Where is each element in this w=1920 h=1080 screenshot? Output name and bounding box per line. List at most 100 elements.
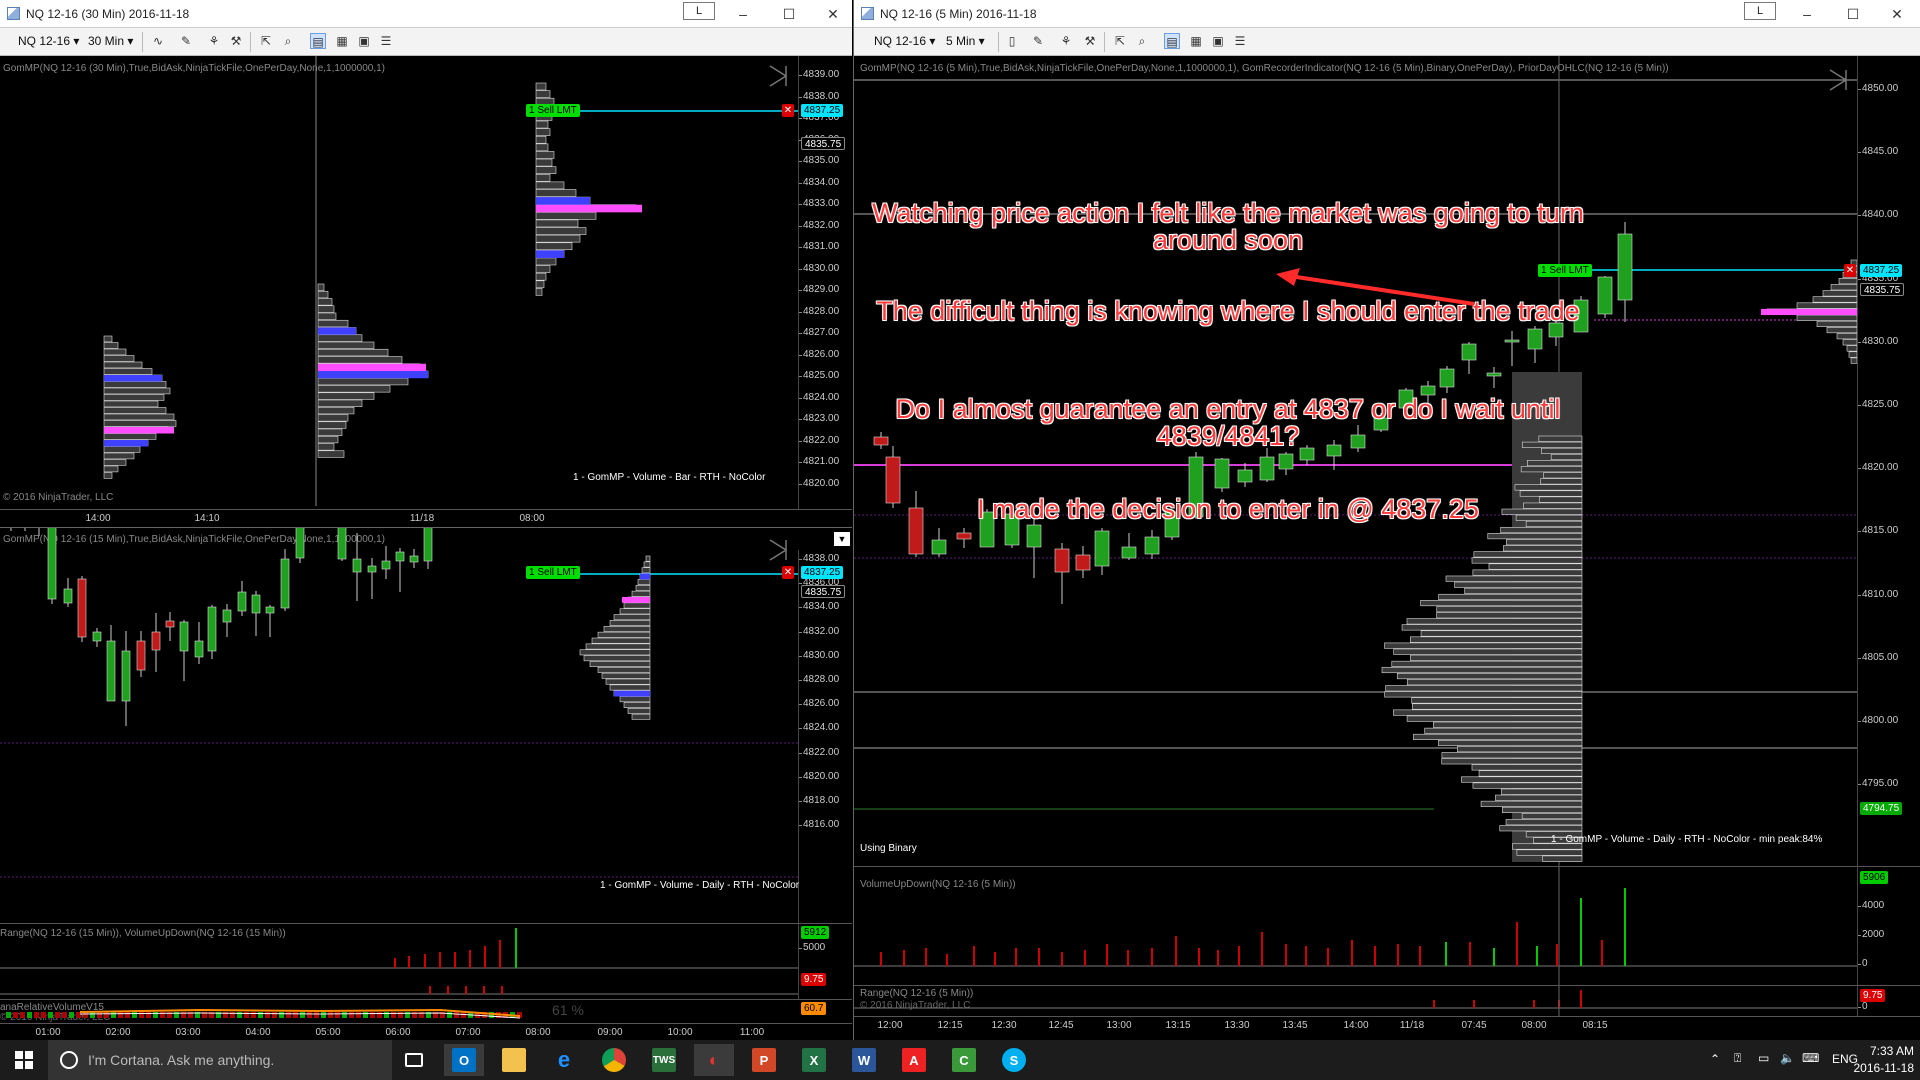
- minimize-icon[interactable]: –: [1784, 0, 1830, 28]
- snapshot-icon[interactable]: ▣: [1210, 33, 1226, 49]
- volume-profile-bar: [1420, 630, 1583, 637]
- clock-time[interactable]: 7:33 AM: [1862, 1044, 1914, 1058]
- candlestick-icon[interactable]: ▯: [1004, 33, 1020, 49]
- value-area-bar: [536, 197, 590, 205]
- price-panel-5min[interactable]: [854, 56, 1857, 866]
- zoom-icon[interactable]: ⌕: [1134, 33, 1150, 49]
- candle-body: [1026, 524, 1042, 548]
- close-icon[interactable]: ✕: [810, 0, 852, 28]
- volume-panel-5min[interactable]: [854, 867, 1857, 985]
- taskbar-edge[interactable]: e: [544, 1044, 584, 1076]
- range-value-flag: 9.75: [801, 973, 827, 986]
- start-button[interactable]: [4, 1044, 44, 1076]
- snapshot-icon[interactable]: ▣: [356, 33, 372, 49]
- chart-trader-icon[interactable]: ▤: [1164, 33, 1180, 49]
- titlebar-30min[interactable]: NQ 12-16 (30 Min) 2016-11-18 L – ☐ ✕: [0, 0, 852, 28]
- drawing-tool-icon[interactable]: ✎: [178, 33, 194, 49]
- volume-profile-bar: [317, 377, 409, 386]
- volume-profile-bar: [1478, 770, 1583, 777]
- taskbar-camtasia[interactable]: C: [944, 1044, 984, 1076]
- price-tick: 4833.00: [798, 198, 840, 209]
- zoom-icon[interactable]: ⌕: [280, 33, 296, 49]
- volume-profile-bar: [103, 420, 177, 427]
- cursor-icon[interactable]: ⇱: [1112, 33, 1128, 49]
- order-price-flag: 4837.25: [801, 566, 844, 579]
- taskbar-chrome[interactable]: [594, 1044, 634, 1076]
- time-axis-5min[interactable]: 12:00 12:15 12:30 12:45 13:00 13:15 13:30 13:45…: [854, 1016, 1920, 1040]
- relative-volume-panel[interactable]: [0, 1000, 798, 1022]
- volume-axis-15min[interactable]: 5912 5000 9.75: [798, 924, 850, 999]
- interval-selector[interactable]: 30 Min ▾: [88, 34, 133, 48]
- data-box-icon[interactable]: ▦: [1188, 33, 1204, 49]
- minimize-icon[interactable]: –: [720, 0, 766, 28]
- time-axis-30min[interactable]: 14:00 14:10 11/18 08:00: [0, 509, 852, 527]
- network-icon[interactable]: ▭: [1758, 1051, 1769, 1065]
- price-tick: 4821.00: [798, 456, 840, 467]
- panel-collapse-icon[interactable]: ▼: [834, 532, 850, 546]
- maximize-icon[interactable]: ☐: [766, 0, 812, 28]
- volume-icon[interactable]: 🔈: [1780, 1051, 1795, 1065]
- cancel-order-icon[interactable]: ✕: [782, 566, 794, 579]
- chart-style-icon[interactable]: ∿: [150, 33, 166, 49]
- volume-axis-5min[interactable]: 5906 4000 2000 0: [1857, 867, 1909, 985]
- drawing-tool-icon[interactable]: ✎: [1030, 33, 1046, 49]
- sell-limit-order-flag[interactable]: 1 Sell LMT: [526, 104, 580, 117]
- taskbar-powerpoint[interactable]: P: [744, 1044, 784, 1076]
- volume-profile-bar: [643, 561, 651, 568]
- close-icon[interactable]: ✕: [1874, 0, 1920, 28]
- candle-body: [352, 558, 362, 573]
- volume-profile-bar: [1842, 339, 1857, 346]
- cancel-order-icon[interactable]: ✕: [1844, 264, 1856, 277]
- order-price-flag: 4837.25: [801, 104, 844, 117]
- sell-limit-order-flag[interactable]: 1 Sell LMT: [526, 566, 580, 579]
- relative-volume-bar: [265, 1012, 270, 1018]
- properties-icon[interactable]: ☰: [1232, 33, 1248, 49]
- candle-body: [1597, 276, 1613, 315]
- range-panel-5min[interactable]: [854, 986, 1857, 1016]
- strategy-icon[interactable]: ⚒: [228, 33, 244, 49]
- taskbar-tws[interactable]: TWS: [644, 1044, 684, 1076]
- instrument-selector[interactable]: NQ 12-16 ▾: [874, 34, 935, 48]
- taskbar-acrobat[interactable]: A: [894, 1044, 934, 1076]
- link-button[interactable]: L: [1744, 2, 1776, 20]
- value-area-bar: [104, 440, 148, 447]
- strategy-icon[interactable]: ⚒: [1082, 33, 1098, 49]
- price-panel-30min[interactable]: [0, 56, 798, 506]
- taskbar-skype[interactable]: S: [994, 1044, 1034, 1076]
- interval-selector[interactable]: 5 Min ▾: [946, 34, 985, 48]
- taskbar-outlook[interactable]: O: [444, 1044, 484, 1076]
- maximize-icon[interactable]: ☐: [1830, 0, 1876, 28]
- price-panel-15min[interactable]: [0, 528, 798, 923]
- price-axis-30min[interactable]: 4839.004838.004837.004836.004835.004834.…: [798, 56, 850, 509]
- range-axis-5min[interactable]: 9.75 0: [1857, 986, 1909, 1016]
- taskbar-file-explorer[interactable]: [494, 1044, 534, 1076]
- taskbar-excel[interactable]: X: [794, 1044, 834, 1076]
- clock-date[interactable]: 2016-11-18: [1848, 1061, 1915, 1075]
- volume-panel-15min[interactable]: [0, 924, 798, 999]
- time-axis-15min[interactable]: 01:00 02:00 03:00 04:00 05:00 06:00 07:00 08:00…: [0, 1023, 852, 1040]
- chart-trader-icon[interactable]: ▤: [310, 33, 326, 49]
- indicator-icon[interactable]: ⚘: [206, 33, 222, 49]
- titlebar-5min[interactable]: NQ 12-16 (5 Min) 2016-11-18 L – ☐ ✕: [854, 0, 1920, 28]
- relative-volume-bar: [97, 1012, 102, 1018]
- volume-profile-bar: [317, 443, 335, 451]
- volume-profile-bar: [317, 435, 339, 444]
- indicator-icon[interactable]: ⚘: [1058, 33, 1074, 49]
- data-box-icon[interactable]: ▦: [334, 33, 350, 49]
- properties-icon[interactable]: ☰: [378, 33, 394, 49]
- volume-profile-bar: [535, 151, 555, 159]
- instrument-selector[interactable]: NQ 12-16 ▾: [18, 34, 79, 48]
- tray-help-icon[interactable]: ⍰: [1734, 1051, 1741, 1066]
- tray-overflow-icon[interactable]: ⌃: [1710, 1052, 1720, 1066]
- taskbar-word[interactable]: W: [844, 1044, 884, 1076]
- price-axis-5min[interactable]: 4850.00 4845.00 4840.00 4835.00 4830.00 4825.…: [1857, 56, 1909, 866]
- link-button[interactable]: L: [683, 2, 715, 20]
- task-view-button[interactable]: [394, 1044, 434, 1076]
- volume-profile-bar: [535, 265, 551, 273]
- cursor-icon[interactable]: ⇱: [258, 33, 274, 49]
- taskbar-ninjatrader[interactable]: ◐: [694, 1044, 734, 1076]
- price-axis-15min[interactable]: 4838.00 4836.00 4834.00 4832.00 4830.00 4828.…: [798, 550, 850, 923]
- keyboard-icon[interactable]: ⌨: [1802, 1051, 1819, 1065]
- cancel-order-icon[interactable]: ✕: [782, 104, 794, 117]
- cortana-search-box[interactable]: I'm Cortana. Ask me anything.: [48, 1040, 392, 1080]
